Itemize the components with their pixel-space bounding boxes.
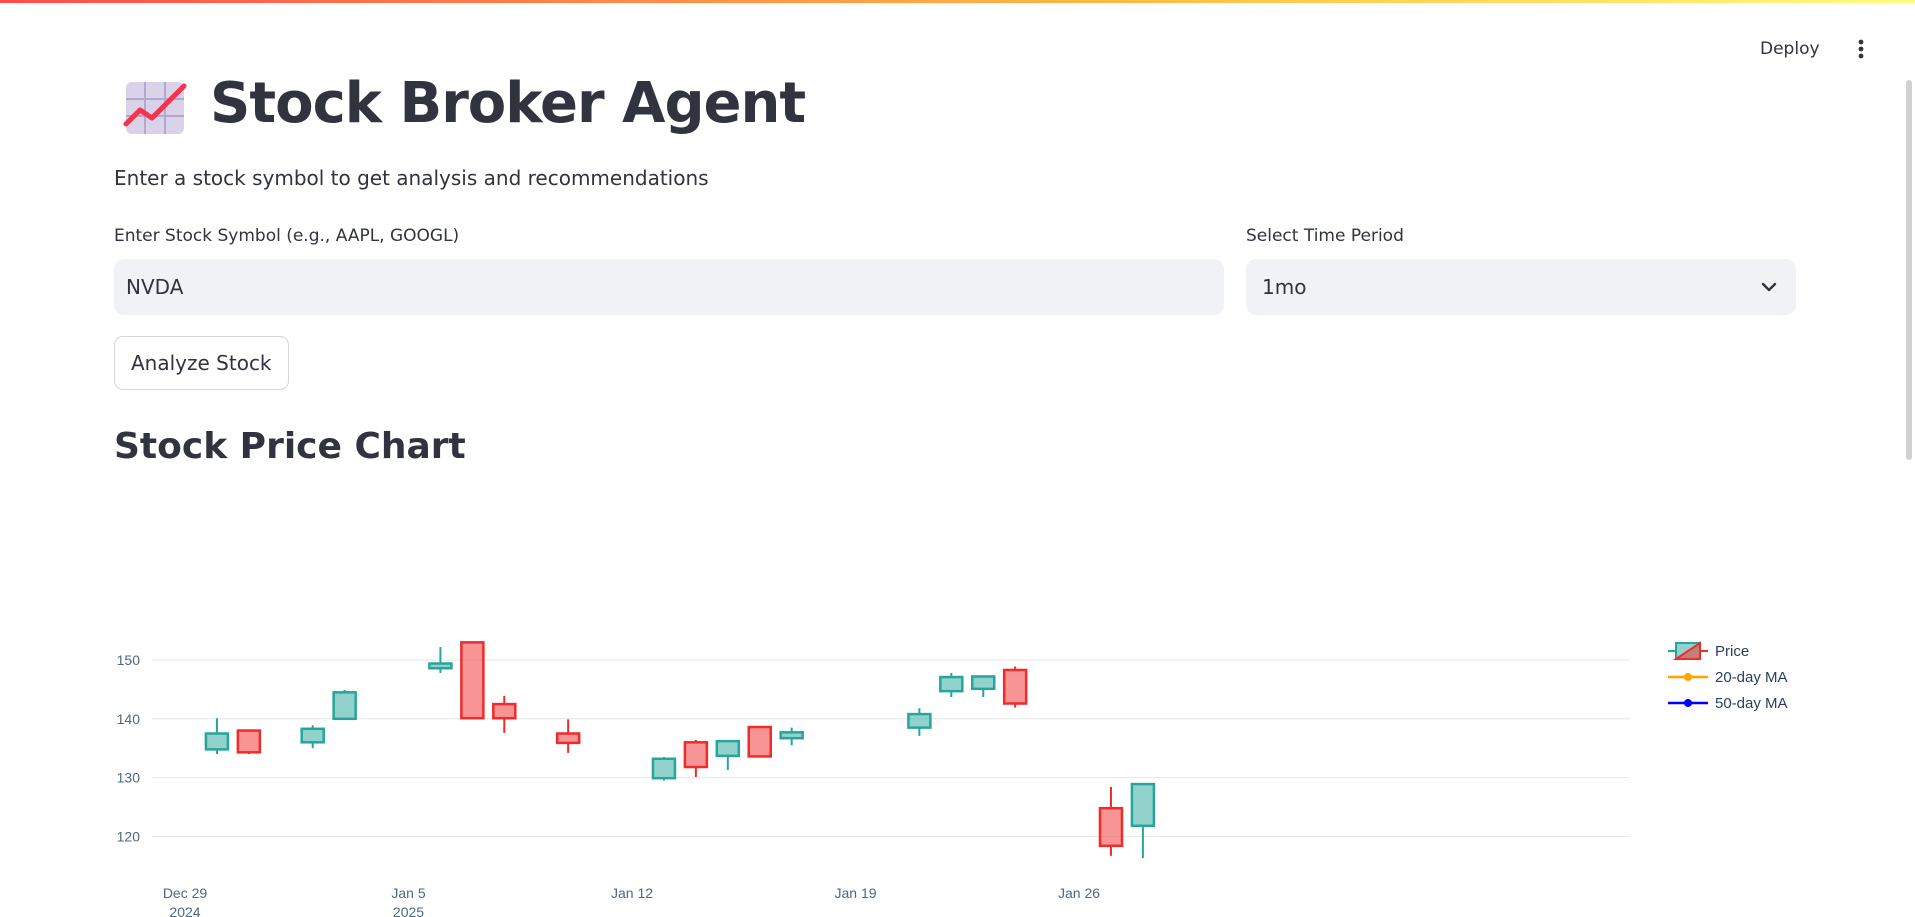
candle-increasing[interactable] (715, 739, 741, 770)
candle-decreasing[interactable] (747, 725, 772, 758)
candle-body (683, 741, 709, 769)
x-tick-label: Jan 12 (611, 885, 653, 901)
legend-swatch-marker (1684, 699, 1692, 707)
candle-body (332, 691, 357, 721)
candle-body (492, 702, 517, 720)
candle-body (555, 732, 581, 745)
candle-body (236, 729, 262, 754)
candle-decreasing[interactable] (555, 719, 581, 753)
candle-body (204, 732, 230, 751)
top-decoration-bar (0, 0, 1915, 3)
deploy-button[interactable]: Deploy (1752, 36, 1828, 62)
candle-body (907, 712, 932, 729)
candle-decreasing[interactable] (236, 729, 262, 755)
page-subtitle: Enter a stock symbol to get analysis and… (114, 166, 709, 190)
legend-label: Price (1715, 643, 1749, 660)
chart-increasing-icon (123, 82, 187, 134)
candle-body (1130, 782, 1156, 828)
candle-increasing[interactable] (300, 725, 325, 749)
candle-increasing[interactable] (651, 757, 677, 781)
x-tick-sublabel: 2025 (393, 904, 424, 917)
candle-body (300, 727, 325, 744)
candle-body (971, 675, 996, 691)
legend-item-20-day-ma[interactable]: 20-day MA (1668, 669, 1788, 686)
candle-body (1002, 668, 1028, 705)
candle-increasing[interactable] (779, 727, 804, 746)
legend-label: 50-day MA (1715, 695, 1788, 712)
period-select-value: 1mo (1262, 275, 1307, 299)
page-scrollbar[interactable] (1906, 80, 1912, 460)
analyze-stock-button[interactable]: Analyze Stock (114, 336, 289, 390)
candle-body (715, 739, 741, 758)
candle-body (428, 662, 453, 670)
legend-label: 20-day MA (1715, 669, 1788, 686)
legend-item-50-day-ma[interactable]: 50-day MA (1668, 695, 1788, 712)
legend-swatch-marker (1684, 673, 1692, 681)
chevron-down-icon (1761, 282, 1777, 292)
candle-decreasing[interactable] (1098, 787, 1124, 856)
symbol-input[interactable]: NVDA (114, 259, 1224, 315)
candle-body (1098, 806, 1124, 848)
y-tick-label: 130 (117, 770, 141, 786)
candle-body (939, 675, 964, 693)
candle-body (779, 731, 804, 740)
period-select[interactable]: 1mo (1246, 259, 1796, 315)
main-menu-icon[interactable] (1848, 36, 1874, 62)
chart-section-title: Stock Price Chart (114, 426, 466, 467)
x-tick-label: Dec 29 (163, 885, 208, 901)
candle-increasing[interactable] (939, 672, 964, 698)
chart-gridlines (152, 659, 1630, 837)
period-select-label: Select Time Period (1246, 226, 1404, 246)
candle-decreasing[interactable] (492, 695, 517, 733)
y-tick-label: 150 (117, 652, 141, 668)
candle-increasing[interactable] (204, 718, 230, 755)
stock-price-chart[interactable]: 150 140 130 120 Dec 29 2024 Jan 5 2025 Jan 12 Ja… (0, 600, 1915, 917)
symbol-input-label: Enter Stock Symbol (e.g., AAPL, GOOGL) (114, 226, 460, 246)
candle-decreasing[interactable] (1002, 666, 1028, 708)
candle-decreasing[interactable] (683, 739, 709, 778)
x-tick-label: Jan 26 (1058, 885, 1100, 901)
candle-increasing[interactable] (907, 708, 932, 736)
candle-body (460, 641, 485, 720)
y-axis-ticks: 150 140 130 120 (117, 652, 141, 844)
x-tick-label: Jan 19 (835, 885, 877, 901)
candle-increasing[interactable] (332, 689, 357, 721)
chart-legend[interactable]: Price 20-day MA 50-day MA (1668, 641, 1788, 712)
y-tick-label: 140 (117, 711, 141, 727)
y-tick-label: 120 (117, 828, 141, 844)
candle-increasing[interactable] (1130, 782, 1156, 859)
candle-increasing[interactable] (971, 675, 996, 698)
candle-body (747, 725, 772, 758)
legend-item-price[interactable]: Price (1668, 641, 1749, 660)
x-axis-ticks: Dec 29 2024 Jan 5 2025 Jan 12 Jan 19 Jan 26 (163, 885, 1100, 917)
x-tick-sublabel: 2024 (169, 904, 200, 917)
candlestick-series[interactable] (204, 641, 1156, 859)
page-title: Stock Broker Agent (210, 71, 806, 136)
candle-body (651, 757, 677, 780)
symbol-input-value: NVDA (126, 275, 184, 299)
candle-decreasing[interactable] (460, 641, 485, 720)
x-tick-label: Jan 5 (391, 885, 425, 901)
